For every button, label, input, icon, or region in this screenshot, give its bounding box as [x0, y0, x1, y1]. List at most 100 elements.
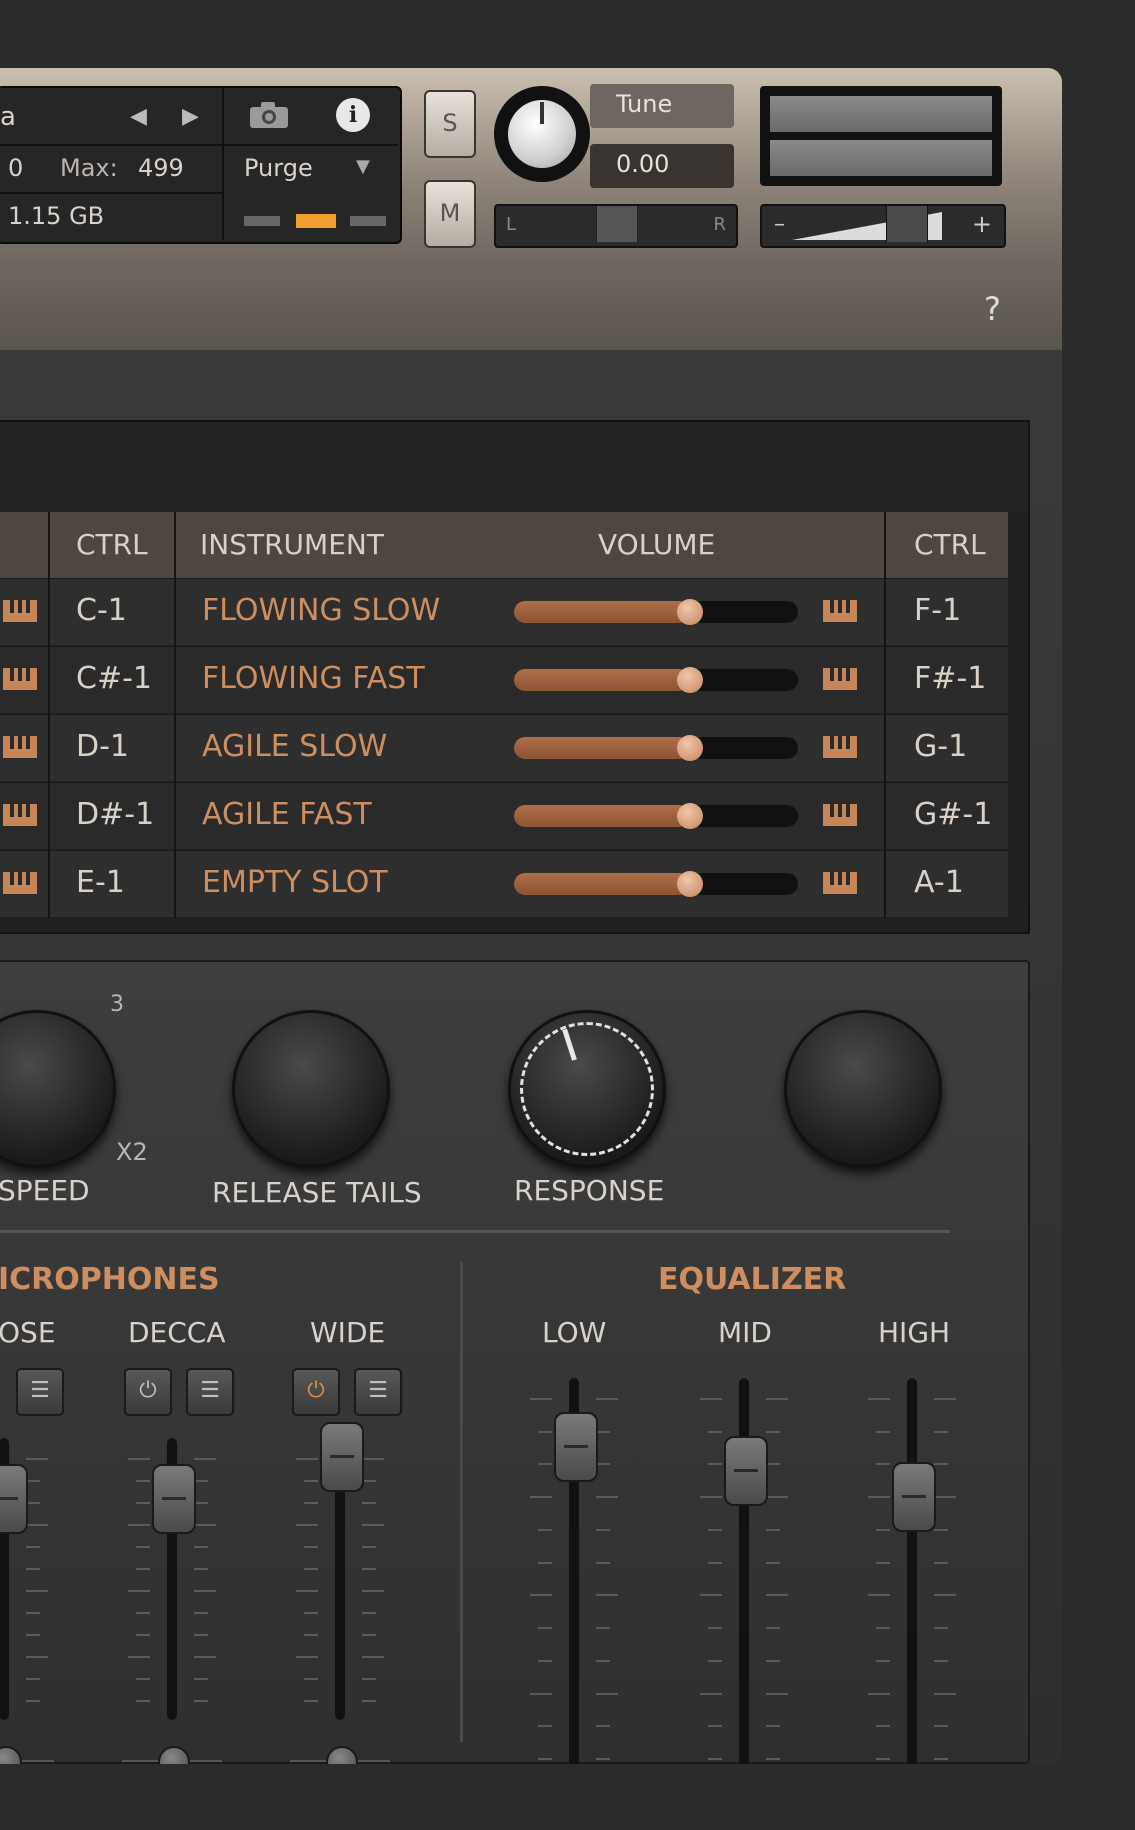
fader-tick — [26, 1590, 48, 1592]
volume-slider-handle[interactable] — [677, 735, 704, 761]
purge-dropdown-icon[interactable]: ▼ — [356, 156, 370, 177]
fader-tick — [596, 1561, 610, 1564]
volume-slider-handle[interactable] — [677, 667, 704, 693]
prev-instrument-icon[interactable]: ◀ — [130, 104, 147, 129]
keyboard-icon-right[interactable] — [821, 734, 859, 760]
volume-slider-track[interactable] — [514, 735, 798, 761]
fader-tick — [538, 1430, 552, 1433]
keyboard-icon-right[interactable] — [821, 598, 859, 624]
keyboard-icon-left[interactable] — [1, 666, 39, 692]
fader-tick — [128, 1524, 150, 1526]
microphones-title: ICROPHONES — [0, 1262, 220, 1297]
instrument-panel: a ◀ ▶ i 0 Max: 499 Purge ▼ 1.15 GB S M T… — [0, 68, 1062, 1764]
volume-plus[interactable]: + — [972, 210, 992, 238]
fader-tick — [304, 1502, 318, 1504]
fader-tick — [362, 1612, 376, 1614]
pan-slider[interactable]: L R — [494, 204, 738, 248]
instrument-name[interactable]: AGILE FAST — [202, 797, 372, 832]
table-row: C#-1 FLOWING FAST F#-1 — [0, 646, 1008, 713]
fader-tick — [26, 1568, 40, 1570]
fader-tick — [766, 1659, 780, 1662]
next-instrument-icon[interactable]: ▶ — [182, 104, 199, 129]
mic-fader-handle[interactable] — [0, 1464, 28, 1534]
volume-slider-handle[interactable] — [677, 599, 704, 625]
volume-handle[interactable] — [886, 206, 928, 242]
fader-tick — [766, 1561, 780, 1564]
eq-fader-high-track[interactable] — [907, 1378, 917, 1764]
fader-tick — [296, 1524, 318, 1526]
fader-tick — [304, 1568, 318, 1570]
tune-knob[interactable] — [494, 86, 590, 182]
volume-slider-handle[interactable] — [677, 803, 704, 829]
tune-value-box[interactable]: 0.00 — [590, 144, 734, 188]
info-icon[interactable]: i — [336, 98, 370, 132]
help-button[interactable]: ? — [984, 290, 1001, 328]
eq-fader-high-handle[interactable] — [892, 1462, 936, 1532]
volume-slider-handle[interactable] — [677, 871, 704, 897]
mic-wide-list-button[interactable]: ☰ — [354, 1368, 402, 1416]
fader-tick — [136, 1568, 150, 1570]
mute-button[interactable]: M — [424, 180, 476, 248]
volume-slider-track[interactable] — [514, 871, 798, 897]
release-tails-knob[interactable] — [232, 1010, 390, 1168]
keyboard-icon-left[interactable] — [1, 870, 39, 896]
fader-tick — [304, 1634, 318, 1636]
fader-tick — [362, 1502, 376, 1504]
mic-fader-handle[interactable] — [152, 1464, 196, 1534]
instrument-name[interactable]: AGILE SLOW — [202, 729, 387, 764]
mic-channel-decca-label: DECCA — [128, 1316, 226, 1349]
solo-button[interactable]: S — [424, 90, 476, 158]
fader-tick — [194, 1546, 208, 1548]
mic-pan-knob[interactable] — [326, 1746, 358, 1764]
pan-handle[interactable] — [596, 206, 638, 242]
speed-max-label: 3 — [110, 992, 124, 1017]
keyboard-icon-right[interactable] — [821, 870, 859, 896]
mic-decca-power-button[interactable]: ⏻ — [124, 1368, 172, 1416]
keyboard-icon-right[interactable] — [821, 666, 859, 692]
fader-tick — [596, 1758, 610, 1760]
keyboard-icon-left[interactable] — [1, 734, 39, 760]
instrument-name[interactable]: FLOWING SLOW — [202, 593, 440, 628]
eq-band-mid-label: MID — [718, 1316, 772, 1349]
fader-tick — [26, 1502, 40, 1504]
col-divider-3 — [884, 512, 886, 918]
equalizer-title: EQUALIZER — [658, 1262, 847, 1297]
purge-label[interactable]: Purge — [244, 154, 313, 182]
keyboard-icon-right[interactable] — [821, 802, 859, 828]
instrument-name[interactable]: EMPTY SLOT — [202, 865, 388, 900]
speed-knob[interactable] — [0, 1010, 116, 1168]
mic-wide-power-button[interactable]: ⏻ — [292, 1368, 340, 1416]
fader-tick — [296, 1590, 318, 1592]
volume-slider[interactable]: – + — [760, 204, 1006, 248]
mic-close-list-button[interactable]: ☰ — [16, 1368, 64, 1416]
fader-tick — [304, 1480, 318, 1482]
volume-slider-track[interactable] — [514, 667, 798, 693]
unlabeled-knob[interactable] — [784, 1010, 942, 1168]
fader-tick — [538, 1725, 552, 1728]
main-body: CTRL INSTRUMENT VOLUME CTRL C-1 FLOWING S… — [0, 350, 1062, 1764]
eq-fader-mid-handle[interactable] — [724, 1436, 768, 1506]
ctrl-right-cell: G#-1 — [914, 797, 993, 832]
ctrl-right-cell: A-1 — [914, 865, 964, 900]
mic-fader-handle[interactable] — [320, 1422, 364, 1492]
fader-tick — [934, 1528, 948, 1531]
volume-slider-track[interactable] — [514, 599, 798, 625]
fader-tick — [194, 1700, 208, 1702]
pan-left-label: L — [506, 214, 517, 235]
mic-decca-list-button[interactable]: ☰ — [186, 1368, 234, 1416]
fader-tick — [596, 1496, 618, 1499]
camera-icon[interactable] — [248, 100, 288, 128]
instrument-name-fragment: a — [0, 102, 16, 132]
fader-tick — [766, 1725, 780, 1728]
mic-pan-knob[interactable] — [158, 1746, 190, 1764]
fader-tick — [934, 1725, 948, 1728]
response-knob[interactable] — [508, 1010, 666, 1168]
keyboard-icon-left[interactable] — [1, 598, 39, 624]
volume-minus[interactable]: – — [774, 212, 785, 237]
instrument-name[interactable]: FLOWING FAST — [202, 661, 425, 696]
fader-tick — [934, 1463, 948, 1466]
mic-pan-knob[interactable] — [0, 1746, 22, 1764]
volume-slider-track[interactable] — [514, 803, 798, 829]
keyboard-icon-left[interactable] — [1, 802, 39, 828]
eq-fader-low-handle[interactable] — [554, 1412, 598, 1482]
